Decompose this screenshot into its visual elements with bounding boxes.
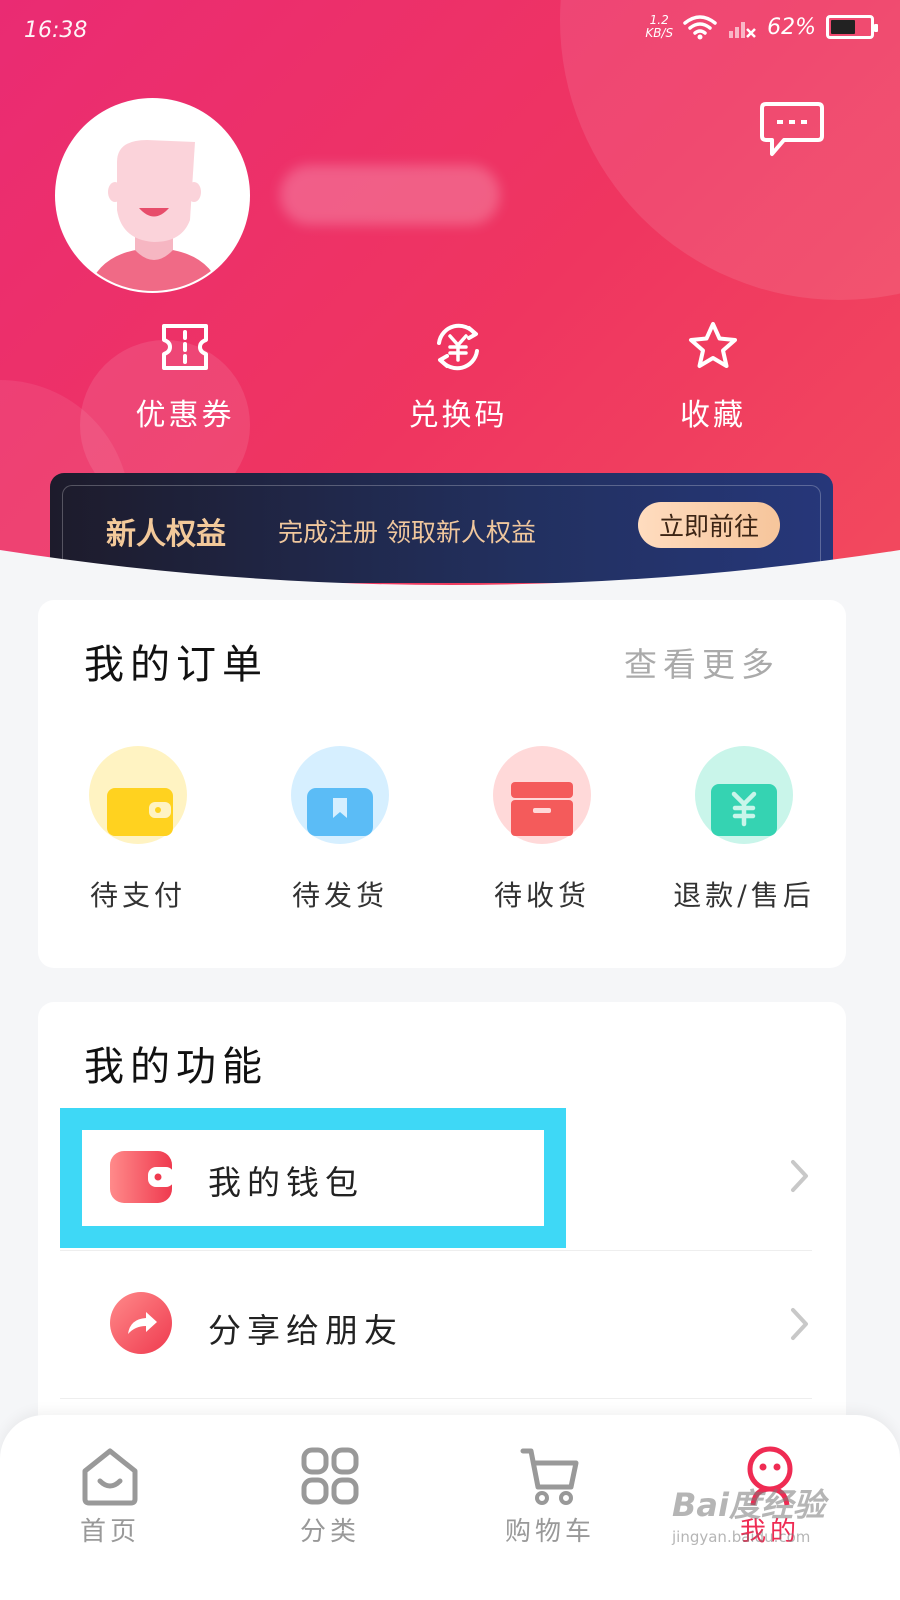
category-grid-icon xyxy=(301,1447,359,1505)
ticket-icon xyxy=(162,324,208,370)
watermark: Bai度经验 jingyan.baidu.com xyxy=(672,1480,842,1560)
tab-label: 首页 xyxy=(79,1517,140,1547)
battery-icon xyxy=(826,15,878,39)
bookmark-box-icon xyxy=(307,788,373,836)
tab-home[interactable]: 首页 xyxy=(30,1445,190,1548)
share-to-friends-row[interactable]: 分享给朋友 xyxy=(60,1254,812,1394)
order-icon-bg xyxy=(89,746,187,844)
battery-level xyxy=(831,20,855,34)
order-status-label: 退款/售后 xyxy=(673,879,815,912)
avatar[interactable] xyxy=(55,98,250,293)
status-time: 16:38 xyxy=(24,18,88,43)
star-icon xyxy=(689,322,737,368)
status-icons: 1.2 KB/S 62% xyxy=(645,14,878,40)
watermark-logo: Bai度经验 xyxy=(672,1486,825,1524)
yuan-exchange-icon xyxy=(437,323,479,371)
refund-aftersale-button[interactable]: 退款/售后 xyxy=(644,746,844,914)
order-icon-bg xyxy=(291,746,389,844)
pending-receipt-button[interactable]: 待收货 xyxy=(442,746,642,914)
cart-icon xyxy=(520,1448,579,1505)
home-icon xyxy=(82,1448,138,1506)
pending-shipment-button[interactable]: 待发货 xyxy=(240,746,440,914)
my-wallet-row[interactable]: 我的钱包 xyxy=(60,1106,812,1246)
watermark-url: jingyan.baidu.com xyxy=(672,1528,811,1546)
yuan-card-icon xyxy=(711,784,777,836)
wifi-icon xyxy=(683,15,717,40)
message-icon[interactable] xyxy=(760,100,824,160)
my-orders-card: 我的订单 查看更多 待支付 待发货 待收货 退款/售后 xyxy=(38,600,846,968)
wallet-icon xyxy=(107,788,173,836)
default-avatar-icon xyxy=(57,100,248,291)
coupon-label: 优惠券 xyxy=(135,398,235,433)
network-speed: 1.2 KB/S xyxy=(645,14,673,40)
signal-off-icon xyxy=(729,22,756,38)
package-icon xyxy=(511,782,573,836)
share-icon xyxy=(110,1292,172,1354)
my-functions-card: 我的功能 我的钱包 分享给朋友 xyxy=(38,1002,846,1462)
my-functions-title: 我的功能 xyxy=(84,1044,268,1090)
tab-label: 分类 xyxy=(299,1517,360,1547)
row-divider xyxy=(60,1250,812,1251)
profile-header: 16:38 1.2 KB/S 62% 优惠券 兑换码 收藏 新人权益 完成注册 … xyxy=(0,0,900,600)
tab-label: 购物车 xyxy=(504,1517,595,1547)
order-icon-bg xyxy=(493,746,591,844)
share-to-friends-label: 分享给朋友 xyxy=(208,1311,403,1350)
row-divider xyxy=(60,1398,812,1399)
tab-category[interactable]: 分类 xyxy=(250,1445,410,1548)
pending-payment-button[interactable]: 待支付 xyxy=(38,746,238,914)
my-wallet-label: 我的钱包 xyxy=(208,1163,364,1202)
order-status-label: 待收货 xyxy=(493,879,590,912)
battery-percent: 62% xyxy=(767,14,816,40)
redeem-code-button[interactable]: 兑换码 xyxy=(358,318,558,434)
chevron-right-icon xyxy=(791,1308,808,1340)
network-speed-unit: KB/S xyxy=(645,26,674,40)
chevron-right-icon xyxy=(791,1160,808,1192)
my-orders-title: 我的订单 xyxy=(84,642,268,688)
favorites-button[interactable]: 收藏 xyxy=(613,318,813,434)
wallet-icon xyxy=(110,1151,172,1203)
status-bar: 16:38 1.2 KB/S 62% xyxy=(0,0,900,62)
quick-actions: 优惠券 兑换码 收藏 xyxy=(0,318,900,448)
coupon-button[interactable]: 优惠券 xyxy=(85,318,285,434)
username-obscured xyxy=(280,165,500,225)
tab-cart[interactable]: 购物车 xyxy=(470,1445,630,1548)
header-wave xyxy=(0,550,900,600)
view-more-link[interactable]: 查看更多 xyxy=(624,638,780,686)
order-icon-bg xyxy=(695,746,793,844)
favorites-label: 收藏 xyxy=(680,398,746,433)
order-status-label: 待发货 xyxy=(291,879,388,912)
redeem-code-label: 兑换码 xyxy=(408,398,508,433)
order-status-label: 待支付 xyxy=(89,879,186,912)
